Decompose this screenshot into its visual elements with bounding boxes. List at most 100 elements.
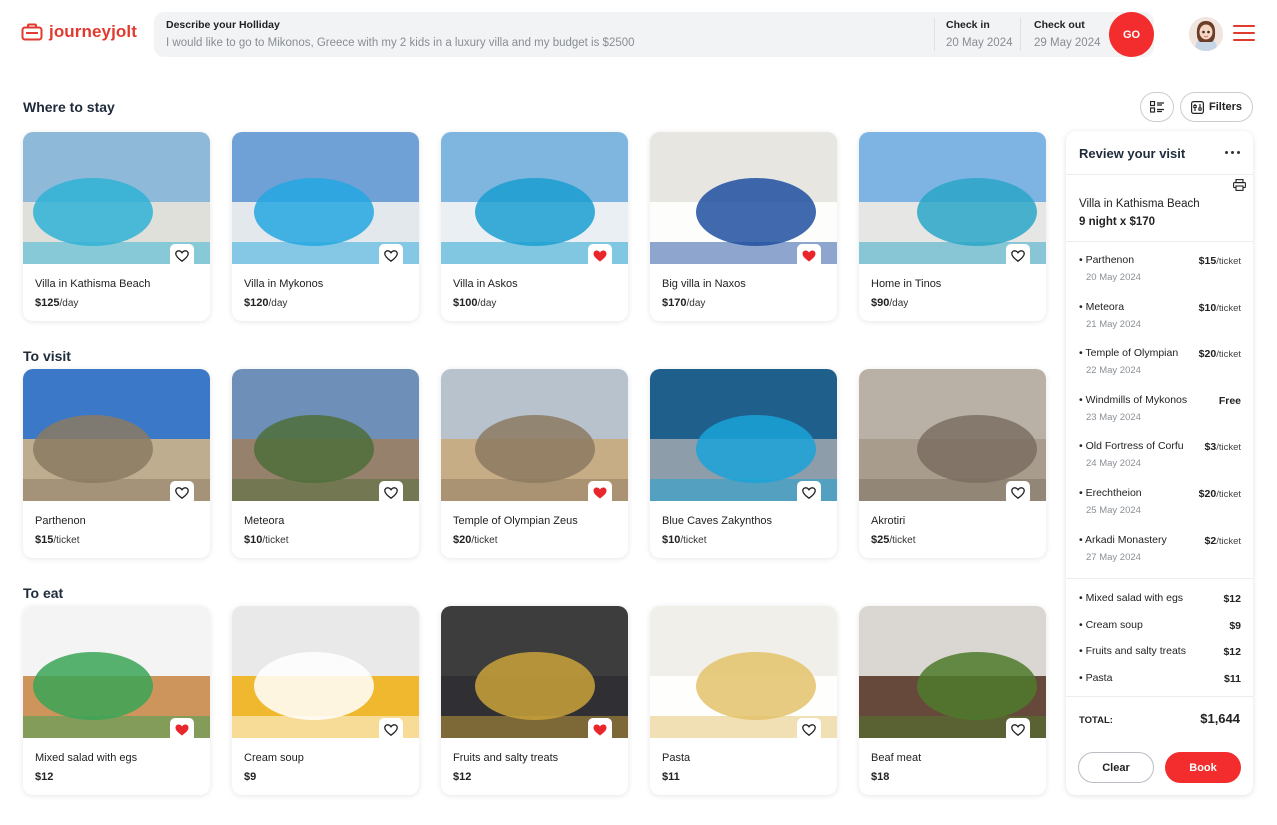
holiday-description-input[interactable]: I would like to go to Mikonos, Greece wi… (166, 35, 635, 51)
stay-card[interactable]: Villa in Mykonos $120/day (232, 132, 419, 321)
review-item-price: Free (1219, 395, 1241, 407)
heart-filled-icon[interactable] (588, 718, 612, 742)
review-food-item: • Fruits and salty treats $12 (1079, 645, 1241, 658)
divider (1066, 578, 1253, 579)
list-view-button[interactable] (1140, 92, 1174, 122)
review-item-price: $2/ticket (1205, 535, 1242, 547)
card-price: $90/day (871, 297, 908, 309)
card-name: Temple of Olympian Zeus (453, 515, 578, 527)
card-price: $11 (662, 771, 680, 783)
stay-card[interactable]: Home in Tinos $90/day (859, 132, 1046, 321)
review-item-date: 27 May 2024 (1086, 551, 1141, 563)
price-value: $90 (871, 297, 890, 309)
filters-button[interactable]: Filters (1180, 92, 1253, 122)
heart-outline-icon[interactable] (1006, 718, 1030, 742)
stay-card[interactable]: Villa in Askos $100/day (441, 132, 628, 321)
price-unit: /day (477, 298, 497, 309)
total-value: $1,644 (1200, 711, 1240, 726)
heart-outline-icon[interactable] (379, 481, 403, 505)
card-name: Cream soup (244, 752, 304, 764)
check-in-field[interactable]: Check in 20 May 2024 (946, 19, 1013, 51)
review-item-price: $10/ticket (1199, 302, 1241, 314)
visit-card[interactable]: Blue Caves Zakynthos $10/ticket (650, 369, 837, 558)
card-price: $18 (871, 771, 889, 783)
heart-filled-icon[interactable] (797, 244, 821, 268)
price-unit: /ticket (1216, 349, 1241, 361)
print-icon[interactable] (1233, 179, 1246, 191)
check-out-label: Check out (1034, 19, 1085, 31)
price-value: $18 (871, 771, 890, 783)
card-price: $120/day (244, 297, 287, 309)
card-name: Pasta (662, 752, 691, 764)
price-value: $12 (453, 771, 472, 783)
card-price: $20/ticket (453, 534, 497, 546)
heart-outline-icon[interactable] (170, 481, 194, 505)
price-unit: /ticket (1216, 256, 1241, 267)
check-out-field[interactable]: Check out 29 May 2024 (1034, 19, 1101, 51)
hamburger-menu-icon[interactable] (1233, 25, 1255, 43)
eat-card[interactable]: Fruits and salty treats $12 (441, 606, 628, 795)
go-button[interactable]: GO (1109, 12, 1154, 57)
price-unit: /ticket (262, 535, 289, 546)
price-value: $20 (1198, 488, 1217, 500)
divider (1020, 18, 1021, 51)
review-item-date: 24 May 2024 (1086, 458, 1141, 470)
eat-card[interactable]: Beaf meat $18 (859, 606, 1046, 795)
eat-card[interactable]: Cream soup $9 (232, 606, 419, 795)
suitcase-logo-icon (21, 23, 43, 41)
top-header: journeyjolt Describe your Holliday I wou… (0, 0, 1277, 68)
review-visit-item: • Old Fortress of Corfu 24 May 2024 $3/tic… (1079, 440, 1241, 469)
heart-outline-icon[interactable] (170, 244, 194, 268)
heart-filled-icon[interactable] (170, 718, 194, 742)
divider (1066, 241, 1253, 242)
stay-card[interactable]: Big villa in Naxos $170/day (650, 132, 837, 321)
review-item-price: $12 (1223, 593, 1241, 605)
review-item-date: 25 May 2024 (1086, 505, 1141, 516)
card-name: Akrotiri (871, 515, 906, 527)
price-unit: /day (889, 298, 909, 309)
heart-filled-icon[interactable] (588, 244, 612, 268)
card-name: Villa in Mykonos (244, 278, 324, 290)
check-out-value[interactable]: 29 May 2024 (1034, 35, 1101, 51)
eat-card[interactable]: Mixed salad with egs $12 (23, 606, 210, 795)
heart-outline-icon[interactable] (379, 244, 403, 268)
stay-card[interactable]: Villa in Kathisma Beach $125/day (23, 132, 210, 321)
heart-outline-icon[interactable] (1006, 481, 1030, 505)
price-value: $10 (662, 534, 681, 546)
card-price: $12 (35, 771, 53, 783)
review-item-price: $11 (1224, 672, 1241, 685)
heart-outline-icon[interactable] (797, 718, 821, 742)
more-options-icon[interactable] (1225, 151, 1241, 155)
heart-filled-icon[interactable] (588, 481, 612, 505)
price-unit: /ticket (1216, 442, 1241, 454)
holiday-description-label: Describe your Holliday (166, 19, 280, 31)
heart-outline-icon[interactable] (379, 718, 403, 742)
review-item-date: 22 May 2024 (1086, 365, 1141, 377)
price-value: $10 (244, 534, 263, 546)
heart-outline-icon[interactable] (797, 481, 821, 505)
review-item-price: $9 (1229, 619, 1241, 632)
review-item-date: 21 May 2024 (1086, 318, 1141, 330)
stay-row: Villa in Kathisma Beach $125/day Villa in … (23, 132, 1046, 322)
heart-outline-icon[interactable] (1006, 244, 1030, 268)
visit-card[interactable]: Meteora $10/ticket (232, 369, 419, 558)
card-price: $125/day (35, 297, 78, 309)
divider (934, 18, 935, 51)
visit-card[interactable]: Akrotiri $25/ticket (859, 369, 1046, 558)
clear-button[interactable]: Clear (1078, 752, 1154, 783)
holiday-description-field[interactable]: Describe your Holliday I would like to g… (166, 19, 635, 51)
card-price: $10/ticket (244, 534, 288, 546)
book-button[interactable]: Book (1165, 752, 1241, 783)
brand-logo[interactable]: journeyjolt (21, 22, 137, 42)
review-item-price: $20/ticket (1199, 348, 1241, 360)
visit-card[interactable]: Parthenon $15/ticket (23, 369, 210, 558)
check-in-value[interactable]: 20 May 2024 (946, 35, 1013, 51)
visit-row: Parthenon $15/ticket Meteora $10/ticket Temp… (23, 369, 1046, 559)
search-bar[interactable]: Describe your Holliday I would like to g… (154, 12, 1154, 57)
visit-card[interactable]: Temple of Olympian Zeus $20/ticket (441, 369, 628, 558)
eat-card[interactable]: Pasta $11 (650, 606, 837, 795)
filters-label: Filters (1208, 101, 1242, 113)
price-unit: /ticket (1216, 489, 1241, 500)
avatar[interactable] (1189, 17, 1223, 51)
check-in-label: Check in (946, 19, 990, 31)
